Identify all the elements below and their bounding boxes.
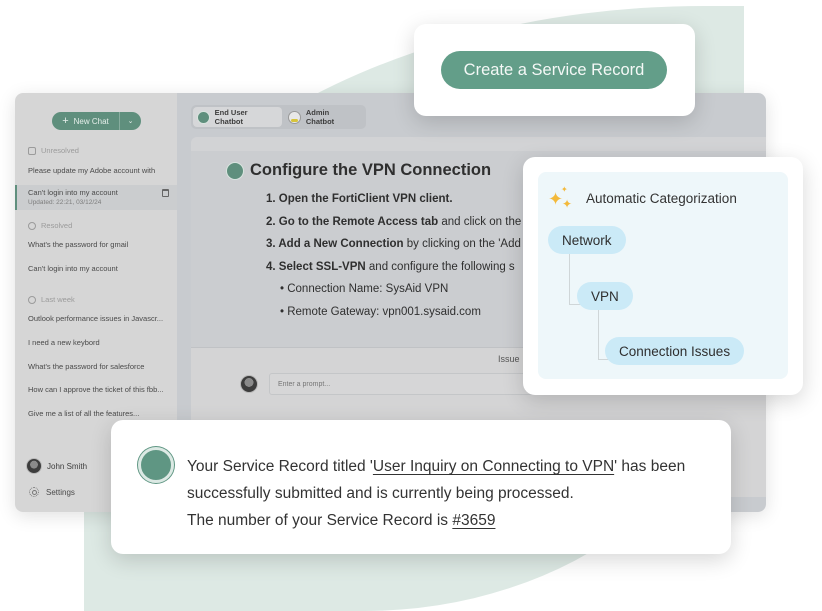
trash-icon[interactable] [162,189,169,197]
user-profile[interactable]: John Smith [26,458,87,474]
chat-item-label: Outlook performance issues in Javascr... [28,314,164,323]
step-bold: 2. Go to the Remote Access tab [266,215,439,228]
section-last-week: Last week [28,295,75,304]
section-label: Last week [41,295,75,304]
plus-icon: + [62,114,69,127]
create-record-card: Create a Service Record [414,24,695,116]
step-bold: 1. Open the FortiClient VPN client. [266,193,453,205]
conversation-title: Configure the VPN Connection [226,161,491,180]
chat-list-item-active[interactable]: Can't login into my account Updated: 22:… [15,185,177,210]
confirmation-message: Your Service Record titled 'User Inquiry… [187,453,727,534]
section-label: Unresolved [41,146,79,155]
message-text: The number of your Service Record is [187,512,453,529]
categorization-title: Automatic Categorization [586,190,737,206]
bullet-item: • Remote Gateway: vpn001.sysaid.com [280,305,481,318]
categorization-panel: ✦ ✦ ✦ Automatic Categorization Network V… [538,172,788,379]
step-rest: by clicking on the 'Add [403,238,521,250]
category-pill-level-1: Network [548,226,626,254]
chat-list-item[interactable]: How can I approve the ticket of this fbb… [15,385,177,394]
step-rest: and click on the [438,215,522,228]
card-header-strip [191,137,766,151]
chat-list-item[interactable]: What's the password for gmail [15,240,177,249]
user-name: John Smith [47,461,88,471]
chat-list-item[interactable]: Give me a list of all the features... [15,409,177,418]
title-text: Configure the VPN Connection [250,161,492,179]
chat-list-item[interactable]: Outlook performance issues in Javascr... [15,314,177,323]
step-item: 2. Go to the Remote Access tab and click… [266,211,521,234]
chatbot-tabs: End User Chatbot Admin Chatbot [191,105,366,129]
new-chat-label: New Chat [73,116,109,126]
new-chat-button[interactable]: + New Chat ⌄ [52,112,141,130]
clock-icon [28,295,36,304]
record-number-link[interactable]: #3659 [452,512,495,529]
chat-item-label: How can I approve the ticket of this fbb… [28,385,164,394]
bot-avatar-icon [197,110,210,124]
section-label: Resolved [41,221,73,230]
admin-bot-icon [288,110,301,124]
section-unresolved: Unresolved [28,146,79,155]
categorization-card: ✦ ✦ ✦ Automatic Categorization Network V… [523,157,803,395]
tab-end-user-chatbot[interactable]: End User Chatbot [193,107,283,127]
tab-admin-chatbot[interactable]: Admin Chatbot [284,107,364,127]
settings-link[interactable]: Settings [29,487,75,497]
settings-label: Settings [46,487,75,497]
chat-item-label: Give me a list of all the features... [28,409,140,418]
check-circle-icon [28,221,36,230]
step-item: 1. Open the FortiClient VPN client. [266,188,521,211]
chat-item-updated: Updated: 22:21, 03/12/24 [28,199,102,206]
chat-item-label: What's the password for gmail [28,240,129,249]
chat-list-item[interactable]: Can't login into my account [15,264,177,273]
tab-label: End User Chatbot [214,108,248,126]
chat-item-label: What's the password for salesforce [28,362,145,371]
record-title-link[interactable]: User Inquiry on Connecting to VPN [373,458,614,475]
chat-item-label: Can't login into my account [28,264,118,273]
prompt-input[interactable] [269,373,559,395]
step-bold: 4. Select SSL-VPN [266,260,366,273]
gear-icon [29,487,39,497]
sparkle-icon: ✦ ✦ ✦ [548,185,573,211]
categorization-header: ✦ ✦ ✦ Automatic Categorization [548,185,737,211]
chat-list-icon [28,146,36,155]
chat-list-item[interactable]: I need a new keybord [15,338,177,347]
category-pill-level-2: VPN [577,282,633,310]
message-text: Your Service Record titled ' [187,458,373,475]
chat-item-label: I need a new keybord [28,338,100,347]
bullet-item: • Connection Name: SysAid VPN [280,283,449,295]
chat-item-label: Please update my Adobe account with [28,166,156,175]
user-avatar [240,375,258,393]
section-resolved: Resolved [28,221,72,230]
tab-label: Admin Chatbot [305,108,335,126]
step-rest: and configure the following s [365,260,515,273]
instruction-steps: 1. Open the FortiClient VPN client. 2. G… [266,188,521,323]
bot-avatar-icon [138,447,174,483]
create-service-record-button[interactable]: Create a Service Record [441,51,667,89]
chevron-down-icon: ⌄ [127,118,134,125]
step-item: 3. Add a New Connection by clicking on t… [266,233,521,256]
chat-item-label: Can't login into my account [28,188,118,197]
issue-label: Issue [498,354,520,364]
chat-list-item[interactable]: What's the password for salesforce [15,362,177,371]
confirmation-message-card: Your Service Record titled 'User Inquiry… [111,420,731,554]
bot-avatar-icon [226,161,244,180]
step-item: 4. Select SSL-VPN and configure the foll… [266,256,521,279]
step-bold: 3. Add a New Connection [266,238,404,250]
category-pill-level-3: Connection Issues [605,337,745,365]
avatar [26,458,42,474]
chat-list-item[interactable]: Please update my Adobe account with [15,166,177,175]
new-chat-dropdown[interactable]: ⌄ [120,112,141,130]
